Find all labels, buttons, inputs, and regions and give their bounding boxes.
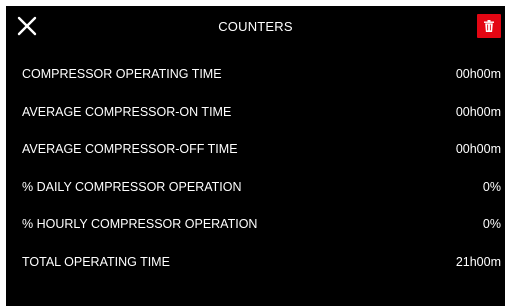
counter-value: 00h00m <box>455 67 501 81</box>
counter-label: % HOURLY COMPRESSOR OPERATION <box>22 217 258 231</box>
counter-row: % DAILY COMPRESSOR OPERATION 0% <box>6 171 505 209</box>
counter-row: TOTAL OPERATING TIME 21h00m <box>6 246 505 284</box>
counter-row: AVERAGE COMPRESSOR-OFF TIME 00h00m <box>6 133 505 171</box>
counter-value: 0% <box>482 217 501 231</box>
counter-value: 21h00m <box>455 254 501 269</box>
counters-list: COMPRESSOR OPERATING TIME 00h00m AVERAGE… <box>6 58 505 283</box>
close-icon <box>17 16 37 36</box>
counter-value: 00h00m <box>455 142 501 156</box>
counter-label: % DAILY COMPRESSOR OPERATION <box>22 179 242 194</box>
header-bar: COUNTERS <box>6 6 505 48</box>
counter-label: AVERAGE COMPRESSOR-OFF TIME <box>22 142 238 156</box>
counter-value: 0% <box>482 179 501 194</box>
counter-label: AVERAGE COMPRESSOR-ON TIME <box>22 104 232 119</box>
counter-row: COMPRESSOR OPERATING TIME 00h00m <box>6 58 505 96</box>
close-button[interactable] <box>16 15 38 37</box>
delete-button[interactable] <box>477 14 501 38</box>
trash-icon <box>484 20 494 32</box>
counters-screen: COUNTERS COMPRESSOR OPERATING TIME 00h00… <box>6 6 505 306</box>
counter-label: COMPRESSOR OPERATING TIME <box>22 67 222 81</box>
counter-value: 00h00m <box>455 104 501 119</box>
counter-label: TOTAL OPERATING TIME <box>22 254 170 269</box>
counter-row: AVERAGE COMPRESSOR-ON TIME 00h00m <box>6 96 505 134</box>
page-title: COUNTERS <box>218 19 293 34</box>
counter-row: % HOURLY COMPRESSOR OPERATION 0% <box>6 208 505 246</box>
